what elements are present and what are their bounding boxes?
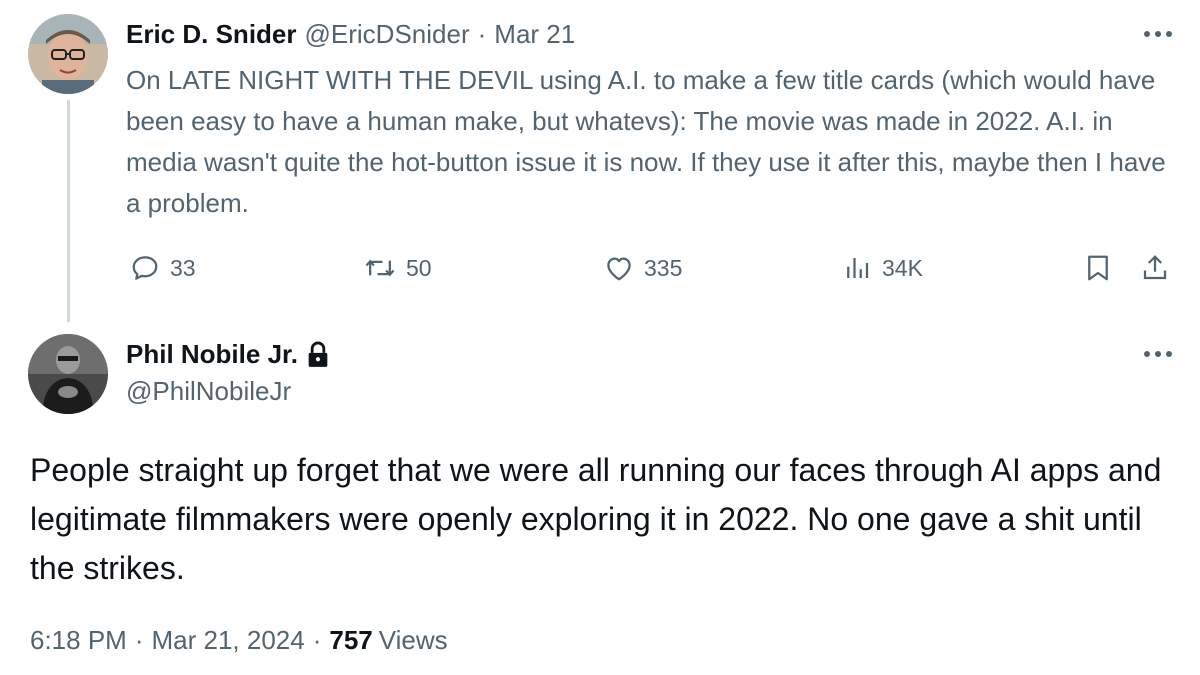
reply-tweet-text: People straight up forget that we were a… xyxy=(30,452,1162,586)
reply-count: 33 xyxy=(170,254,196,281)
author-name[interactable]: Phil Nobile Jr. xyxy=(126,339,298,370)
reply-bubble-icon xyxy=(132,256,158,280)
tweet-time[interactable]: 6:18 PM xyxy=(30,625,127,656)
author-handle[interactable]: @EricDSnider xyxy=(305,19,470,50)
like-count: 335 xyxy=(644,254,683,281)
share-upload-icon xyxy=(1143,255,1167,280)
views-button[interactable]: 34K xyxy=(842,250,923,286)
avatar-eric-snider[interactable] xyxy=(28,14,108,94)
parent-tweet-header: Eric D. Snider @EricDSnider · Mar 21 xyxy=(126,16,575,52)
meta-separator: · xyxy=(134,624,144,655)
retweet-button[interactable]: 50 xyxy=(364,250,432,286)
tweet-thread: Eric D. Snider @EricDSnider · Mar 21 On … xyxy=(0,0,1200,675)
retweet-count: 50 xyxy=(406,254,432,281)
parent-tweet-text: On LATE NIGHT WITH THE DEVIL using A.I. … xyxy=(126,65,1166,218)
bookmark-button[interactable] xyxy=(1084,250,1112,286)
retweet-icon xyxy=(365,259,395,277)
heart-icon xyxy=(607,257,631,281)
bookmark-icon xyxy=(1088,255,1108,281)
more-horizontal-icon xyxy=(1144,31,1172,37)
meta-separator: · xyxy=(312,624,322,655)
more-horizontal-icon xyxy=(1144,351,1172,357)
author-handle[interactable]: @PhilNobileJr xyxy=(126,376,291,407)
views-label: Views xyxy=(378,624,448,655)
reply-button[interactable]: 33 xyxy=(130,250,196,286)
more-options-button[interactable] xyxy=(1138,344,1178,364)
lock-icon xyxy=(308,341,328,367)
thread-connector-line xyxy=(67,100,70,322)
like-button[interactable]: 335 xyxy=(604,250,682,286)
bar-chart-icon xyxy=(847,258,869,278)
tweet-full-date[interactable]: Mar 21, 2024 xyxy=(152,625,305,656)
share-button[interactable] xyxy=(1140,250,1170,286)
views-count: 34K xyxy=(882,254,923,281)
views-count[interactable]: 757 xyxy=(329,625,372,656)
avatar-phil-nobile[interactable] xyxy=(28,334,108,414)
more-options-button[interactable] xyxy=(1138,24,1178,44)
reply-tweet-header: Phil Nobile Jr. xyxy=(126,336,330,372)
header-separator: · xyxy=(477,18,487,49)
tweet-date[interactable]: Mar 21 xyxy=(494,19,575,50)
tweet-metadata: 6:18 PM · Mar 21, 2024 · 757 Views xyxy=(30,620,448,660)
author-name[interactable]: Eric D. Snider xyxy=(126,19,297,50)
